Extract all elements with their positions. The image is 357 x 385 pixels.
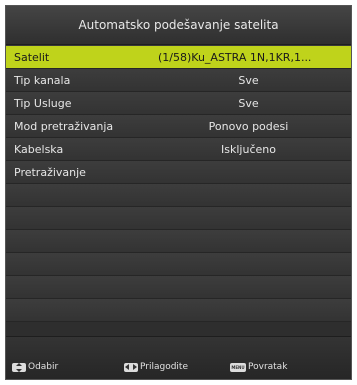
dialog-title-text: Automatsko podešavanje satelita xyxy=(78,18,279,32)
menu-item-pretrazivanje[interactable]: Pretraživanje xyxy=(6,161,351,184)
hint-back: MENU Povratak xyxy=(230,361,287,373)
tv-screen: Automatsko podešavanje satelita Satelit … xyxy=(0,0,357,385)
menu-item-value: (1/58)Ku_ASTRA 1N,1KR,1... xyxy=(158,50,312,64)
hint-adjust-label: Prilagodite xyxy=(140,362,188,372)
hint-select-label: Odabir xyxy=(28,362,59,372)
leftright-arrows-icon xyxy=(124,362,138,372)
menu-item-tip-kanala[interactable]: Tip kanala Sve xyxy=(6,69,351,92)
menu-item-kabelska[interactable]: Kabelska Isključeno xyxy=(6,138,351,161)
menu-empty-row xyxy=(6,276,351,299)
menu-item-label: Tip kanala xyxy=(14,73,71,87)
menu-item-label: Satelit xyxy=(14,50,50,64)
menu-item-label: Mod pretraživanja xyxy=(14,119,114,133)
hint-adjust: Prilagodite xyxy=(124,361,188,373)
menu-item-mod-pretrazivanja[interactable]: Mod pretraživanja Ponovo podesi xyxy=(6,115,351,138)
dialog-title: Automatsko podešavanje satelita xyxy=(6,6,351,45)
menu-empty-row xyxy=(6,184,351,207)
updown-arrows-icon xyxy=(12,362,26,372)
menu-empty-row xyxy=(6,299,351,322)
menu-item-value: Ponovo podesi xyxy=(208,119,289,133)
menu-item-label: Tip Usluge xyxy=(14,96,72,110)
menu-empty-row xyxy=(6,230,351,253)
menu-empty-row xyxy=(6,207,351,230)
menu-item-value: Sve xyxy=(238,96,259,110)
menu-key-icon: MENU xyxy=(230,362,246,372)
menu-item-value: Isključeno xyxy=(221,142,276,156)
key-hint-bar: Odabir Prilagodite MENU Povratak xyxy=(6,336,351,379)
menu-item-value: Sve xyxy=(238,73,259,87)
hint-select: Odabir xyxy=(12,361,58,373)
auto-tuning-dialog: Automatsko podešavanje satelita Satelit … xyxy=(5,5,352,380)
settings-menu: Satelit (1/58)Ku_ASTRA 1N,1KR,1... Tip k… xyxy=(6,46,351,322)
menu-item-label: Kabelska xyxy=(14,142,64,156)
menu-empty-row xyxy=(6,253,351,276)
menu-item-tip-usluge[interactable]: Tip Usluge Sve xyxy=(6,92,351,115)
menu-item-satelit[interactable]: Satelit (1/58)Ku_ASTRA 1N,1KR,1... xyxy=(6,46,351,69)
hint-back-label: Povratak xyxy=(248,362,288,372)
menu-item-label: Pretraživanje xyxy=(14,165,86,179)
